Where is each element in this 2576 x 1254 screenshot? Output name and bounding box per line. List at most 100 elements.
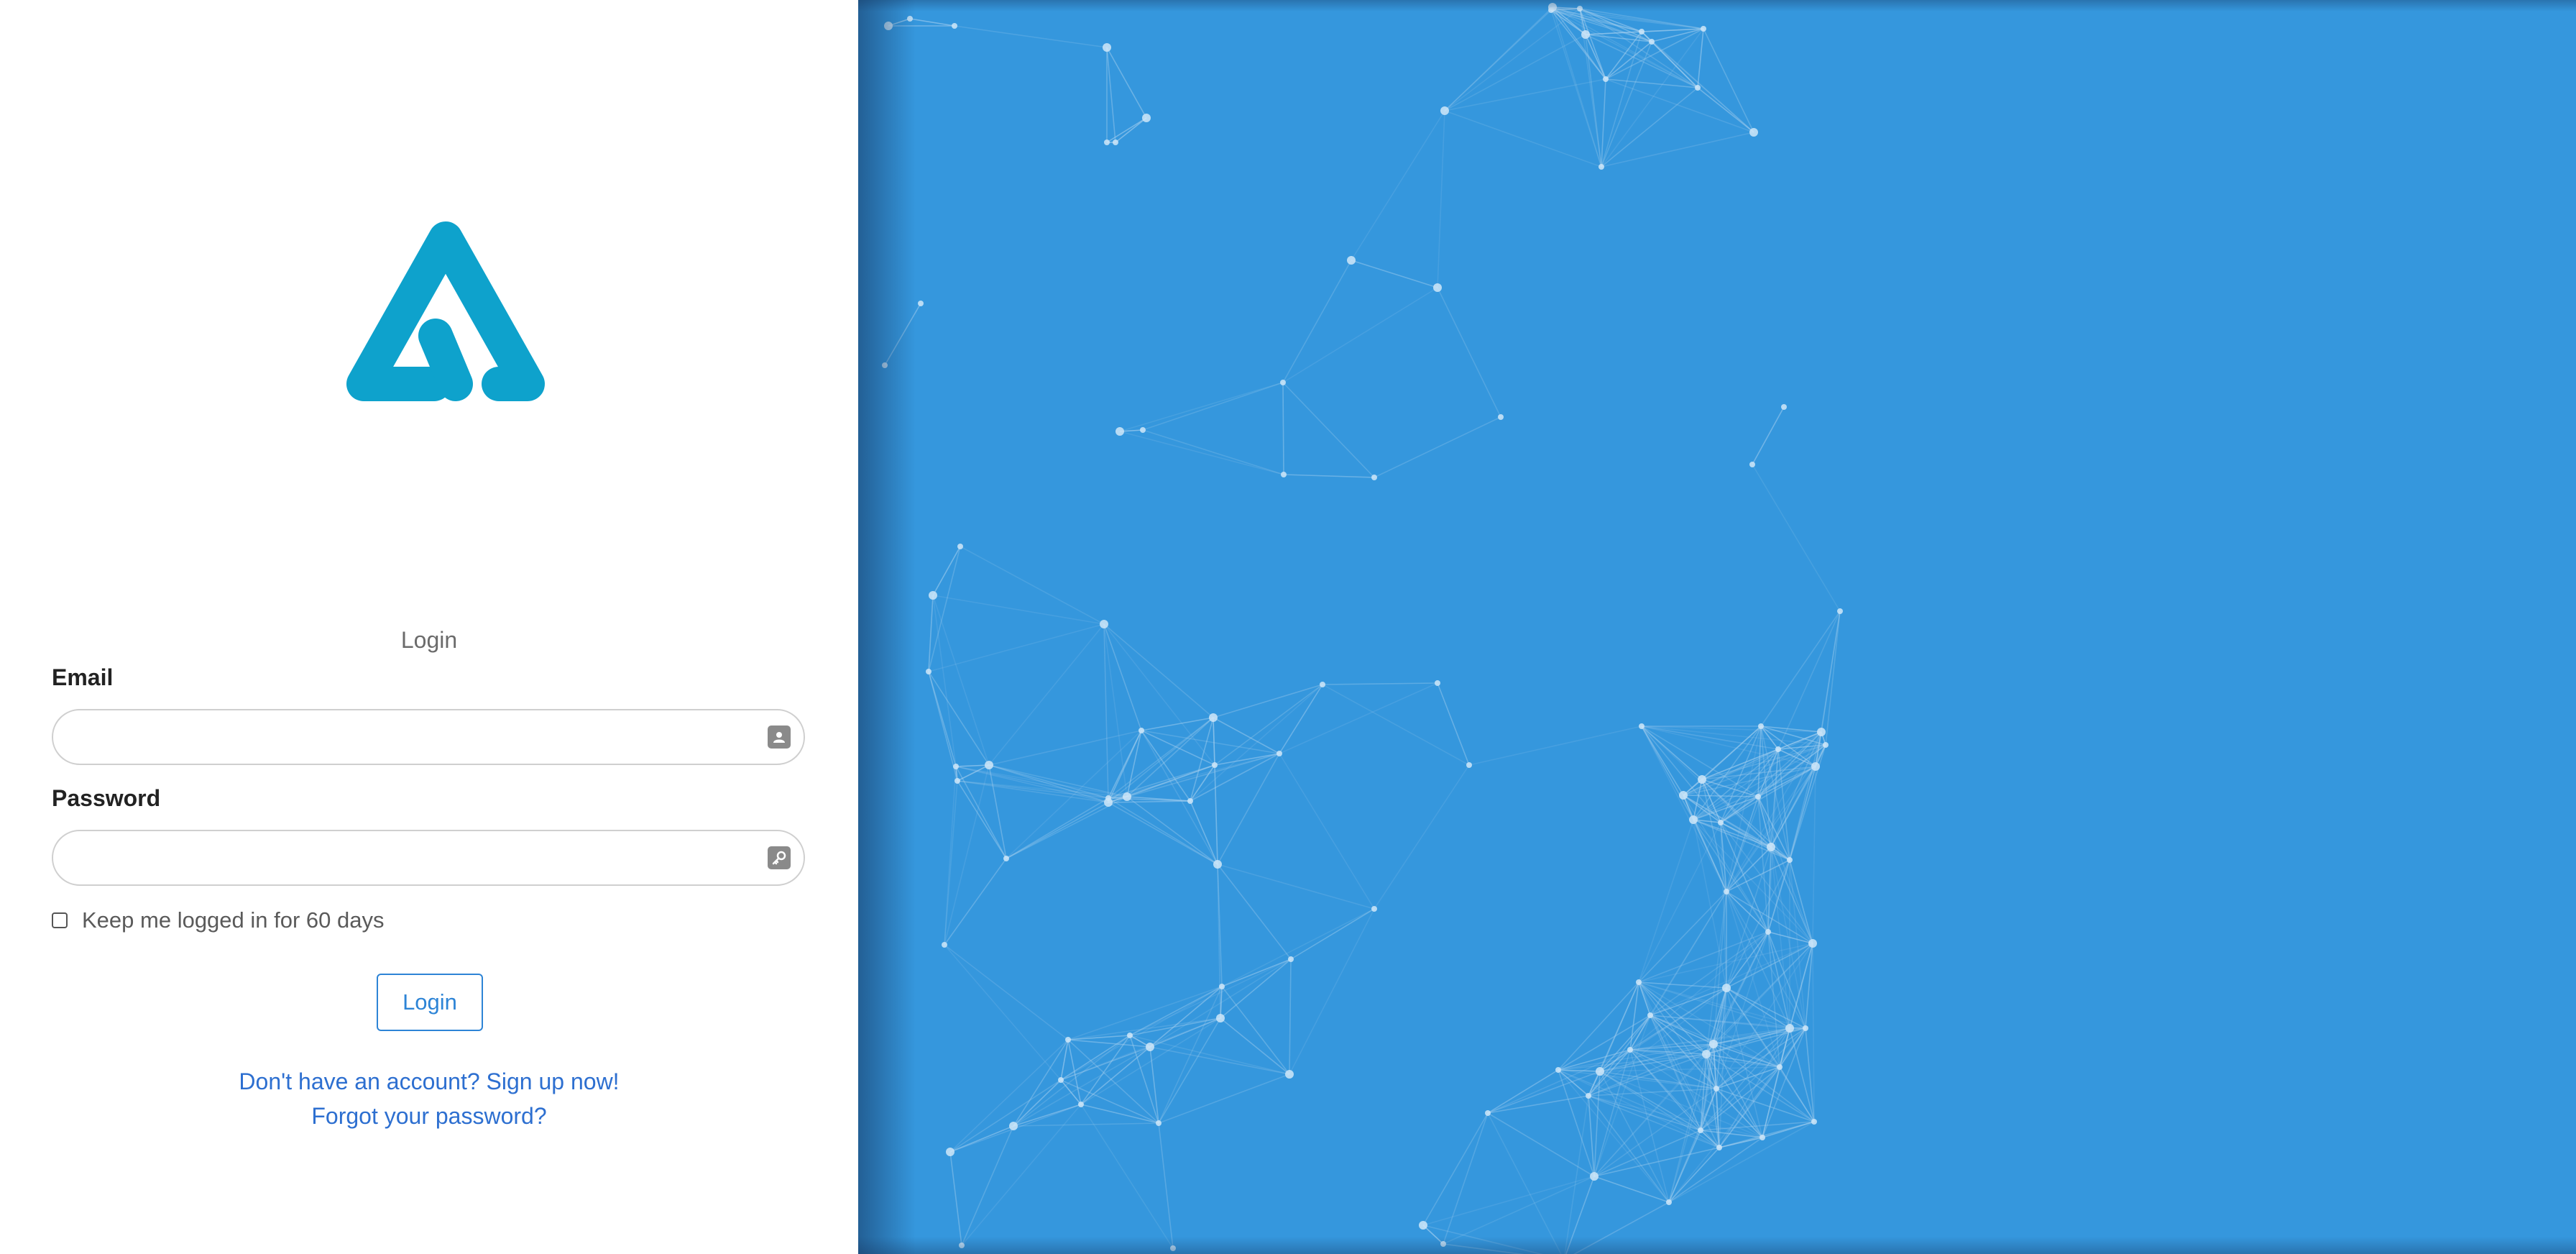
- network-line: [1126, 730, 1142, 797]
- network-node: [1765, 929, 1771, 935]
- remember-me-label[interactable]: Keep me logged in for 60 days: [82, 907, 385, 933]
- network-node: [1371, 906, 1377, 912]
- network-line: [1767, 931, 1813, 944]
- network-line: [1103, 623, 1215, 766]
- network-line: [1221, 958, 1292, 987]
- network-line: [1779, 1066, 1815, 1122]
- network-line: [884, 303, 921, 366]
- network-line: [1119, 382, 1284, 432]
- network-line: [949, 1151, 962, 1246]
- network-line: [1351, 260, 1438, 288]
- network-line: [1282, 382, 1375, 478]
- network-line: [1468, 726, 1642, 766]
- network-node: [1213, 860, 1222, 869]
- network-line: [955, 764, 990, 767]
- email-field-wrapper[interactable]: [52, 709, 805, 765]
- network-line: [1825, 610, 1841, 746]
- network-node: [1714, 1086, 1719, 1091]
- password-field-wrapper[interactable]: [52, 830, 805, 886]
- network-line: [1213, 717, 1218, 865]
- network-line: [1220, 958, 1292, 1019]
- network-line: [1282, 260, 1352, 383]
- login-page: Login Email Password Keep me logged in f…: [0, 0, 2576, 1254]
- network-line: [928, 671, 958, 782]
- network-node: [1140, 427, 1146, 433]
- network-node: [1636, 979, 1642, 985]
- network-line: [1789, 766, 1816, 861]
- address-card-icon: [768, 726, 791, 749]
- network-line: [1770, 846, 1806, 1029]
- network-line: [944, 944, 1069, 1040]
- network-node: [942, 942, 947, 948]
- forgot-password-link[interactable]: Forgot your password?: [0, 1103, 858, 1130]
- remember-me-row: Keep me logged in for 60 days: [52, 907, 385, 933]
- network-node: [1548, 3, 1557, 12]
- network-line: [1437, 287, 1501, 418]
- network-line: [1141, 717, 1214, 731]
- login-button[interactable]: Login: [377, 974, 483, 1031]
- network-line: [1444, 110, 1602, 168]
- network-line: [1283, 474, 1375, 478]
- remember-me-checkbox[interactable]: [52, 912, 68, 928]
- network-node: [1435, 680, 1440, 686]
- network-node: [1187, 798, 1193, 804]
- signup-link[interactable]: Don't have an account? Sign up now!: [0, 1068, 858, 1095]
- network-node: [1639, 723, 1644, 729]
- network-line: [932, 595, 990, 766]
- network-node: [1009, 1122, 1018, 1130]
- network-node: [1709, 1040, 1718, 1048]
- network-line: [1651, 41, 1698, 88]
- network-line: [1013, 1046, 1151, 1127]
- network-node: [1695, 85, 1701, 91]
- network-node: [1817, 728, 1826, 736]
- network-node: [1775, 746, 1781, 752]
- network-node: [1142, 114, 1151, 122]
- login-panel: Login Email Password Keep me logged in f…: [0, 0, 858, 1254]
- network-line: [932, 546, 961, 596]
- network-node: [1003, 856, 1009, 861]
- network-node: [946, 1148, 954, 1156]
- network-line: [1067, 1017, 1221, 1040]
- network-line: [928, 546, 961, 672]
- network-node: [1767, 843, 1775, 851]
- email-field[interactable]: [73, 710, 766, 765]
- network-node: [1577, 6, 1583, 12]
- network-line: [1141, 730, 1218, 865]
- network-node: [1596, 1067, 1604, 1076]
- network-node: [1698, 775, 1706, 784]
- network-line: [1487, 1112, 1562, 1254]
- network-line: [1760, 610, 1841, 727]
- network-node: [1787, 857, 1793, 863]
- network-line: [1149, 986, 1223, 1048]
- decorative-network-background: [858, 0, 2576, 1254]
- network-node: [1603, 76, 1609, 82]
- network-line: [1601, 87, 1698, 168]
- network-node: [1639, 29, 1644, 35]
- network-node: [959, 1242, 965, 1248]
- network-line: [1149, 958, 1292, 1048]
- network-line: [1108, 800, 1191, 803]
- network-node: [1320, 682, 1325, 687]
- network-line: [1374, 416, 1501, 478]
- network-node: [985, 761, 993, 769]
- brand-logo-icon: [346, 221, 545, 401]
- network-line: [1142, 429, 1284, 475]
- network-node: [1666, 1199, 1672, 1205]
- network-node: [907, 16, 913, 22]
- password-field[interactable]: [73, 831, 766, 886]
- network-line: [1221, 986, 1290, 1075]
- network-node: [1808, 939, 1817, 948]
- network-node: [1123, 792, 1131, 801]
- network-node: [1212, 762, 1218, 768]
- email-label: Email: [52, 664, 114, 690]
- network-line: [944, 944, 1062, 1081]
- network-line: [1351, 110, 1445, 261]
- network-node: [1440, 1241, 1446, 1247]
- network-node: [1285, 1070, 1294, 1079]
- network-node: [926, 669, 932, 674]
- network-line: [1564, 1095, 1589, 1254]
- login-title: Login: [400, 627, 458, 653]
- network-node: [1058, 1077, 1064, 1083]
- network-line: [1221, 908, 1375, 987]
- key-icon: [768, 846, 791, 869]
